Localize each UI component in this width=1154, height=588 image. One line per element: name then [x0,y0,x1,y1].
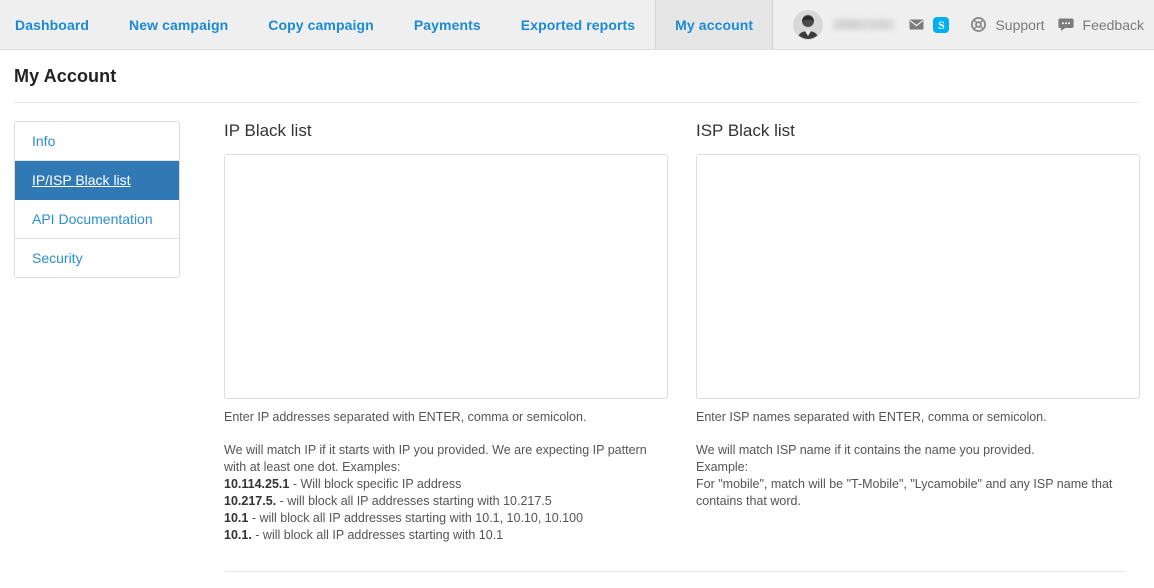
ip-example-row: 10.1. - will block all IP addresses star… [224,527,668,544]
username-label [833,19,896,30]
ip-example-desc: - will block all IP addresses starting w… [248,511,584,525]
support-link[interactable]: Support [971,16,1045,33]
ip-example-row: 10.217.5. - will block all IP addresses … [224,493,668,510]
ip-example-row: 10.1 - will block all IP addresses start… [224,510,668,527]
ip-example-desc: - will block all IP addresses starting w… [251,528,504,542]
bottom-divider [225,571,1126,572]
isp-hint-details: We will match ISP name if it contains th… [696,442,1140,510]
page-title: My Account [14,66,117,86]
user-avatar-photo-icon [794,10,823,39]
lifebuoy-icon [971,17,987,32]
account-sidebar: Info IP/ISP Black list API Documentation… [14,121,180,278]
isp-hint-line-2: Example: [696,460,749,474]
ip-black-list-section: IP Black list Enter IP addresses separat… [224,121,668,544]
ip-example-desc: - will block all IP addresses starting w… [276,494,552,508]
nav-tab-dashboard[interactable]: Dashboard [0,0,109,49]
avatar[interactable] [793,9,824,40]
support-label: Support [995,16,1045,33]
sidebar-item-api-documentation[interactable]: API Documentation [15,200,179,239]
ip-example-pattern: 10.217.5. [224,494,277,508]
page-content: Info IP/ISP Black list API Documentation… [0,103,1154,544]
page-header: My Account [0,50,1154,87]
isp-black-list-section: ISP Black list Enter ISP names separated… [696,121,1140,544]
nav-tab-new-campaign[interactable]: New campaign [109,0,248,49]
ip-example-pattern: 10.1. [224,528,252,542]
isp-black-list-textarea[interactable] [696,154,1140,399]
ip-example-pattern: 10.114.25.1 [224,477,290,491]
feedback-label: Feedback [1082,16,1144,33]
ip-example-pattern: 10.1 [224,511,249,525]
ip-hint-main: Enter IP addresses separated with ENTER,… [224,410,587,424]
speech-bubble-icon [1057,18,1074,32]
sidebar-item-info[interactable]: Info [15,122,179,161]
isp-hint-main: Enter ISP names separated with ENTER, co… [696,410,1047,424]
nav-tab-payments[interactable]: Payments [394,0,501,49]
isp-hint-line-1: We will match ISP name if it contains th… [696,443,1035,457]
nav-tab-my-account[interactable]: My account [655,0,774,49]
envelope-glyph [909,19,924,30]
isp-hint-line-3: For "mobile", match will be "T-Mobile", … [696,477,1113,508]
ip-black-list-textarea[interactable] [224,154,668,399]
ip-black-list-title: IP Black list [224,121,312,140]
top-navigation-bar: Dashboard New campaign Copy campaign Pay… [0,0,1154,50]
ip-hint-intro: We will match IP if it starts with IP yo… [224,443,647,474]
ip-example-row: 10.114.25.1 - Will block specific IP add… [224,476,668,493]
isp-black-list-title: ISP Black list [696,121,795,140]
sidebar-item-ip-isp-black-list[interactable]: IP/ISP Black list [15,161,179,200]
skype-icon[interactable]: S [933,16,950,33]
nav-tab-exported-reports[interactable]: Exported reports [501,0,655,49]
ip-hint-details: We will match IP if it starts with IP yo… [224,442,668,544]
envelope-icon[interactable] [909,19,924,30]
ip-example-desc: - Will block specific IP address [289,477,462,491]
nav-tab-copy-campaign[interactable]: Copy campaign [248,0,394,49]
blacklist-columns: IP Black list Enter IP addresses separat… [224,121,1140,544]
skype-letter: S [933,16,950,33]
sidebar-item-security[interactable]: Security [15,239,179,277]
feedback-link[interactable]: Feedback [1057,16,1144,33]
account-toolbar: S Support Feedback [793,0,1154,49]
main-nav-tabs: Dashboard New campaign Copy campaign Pay… [0,0,774,49]
